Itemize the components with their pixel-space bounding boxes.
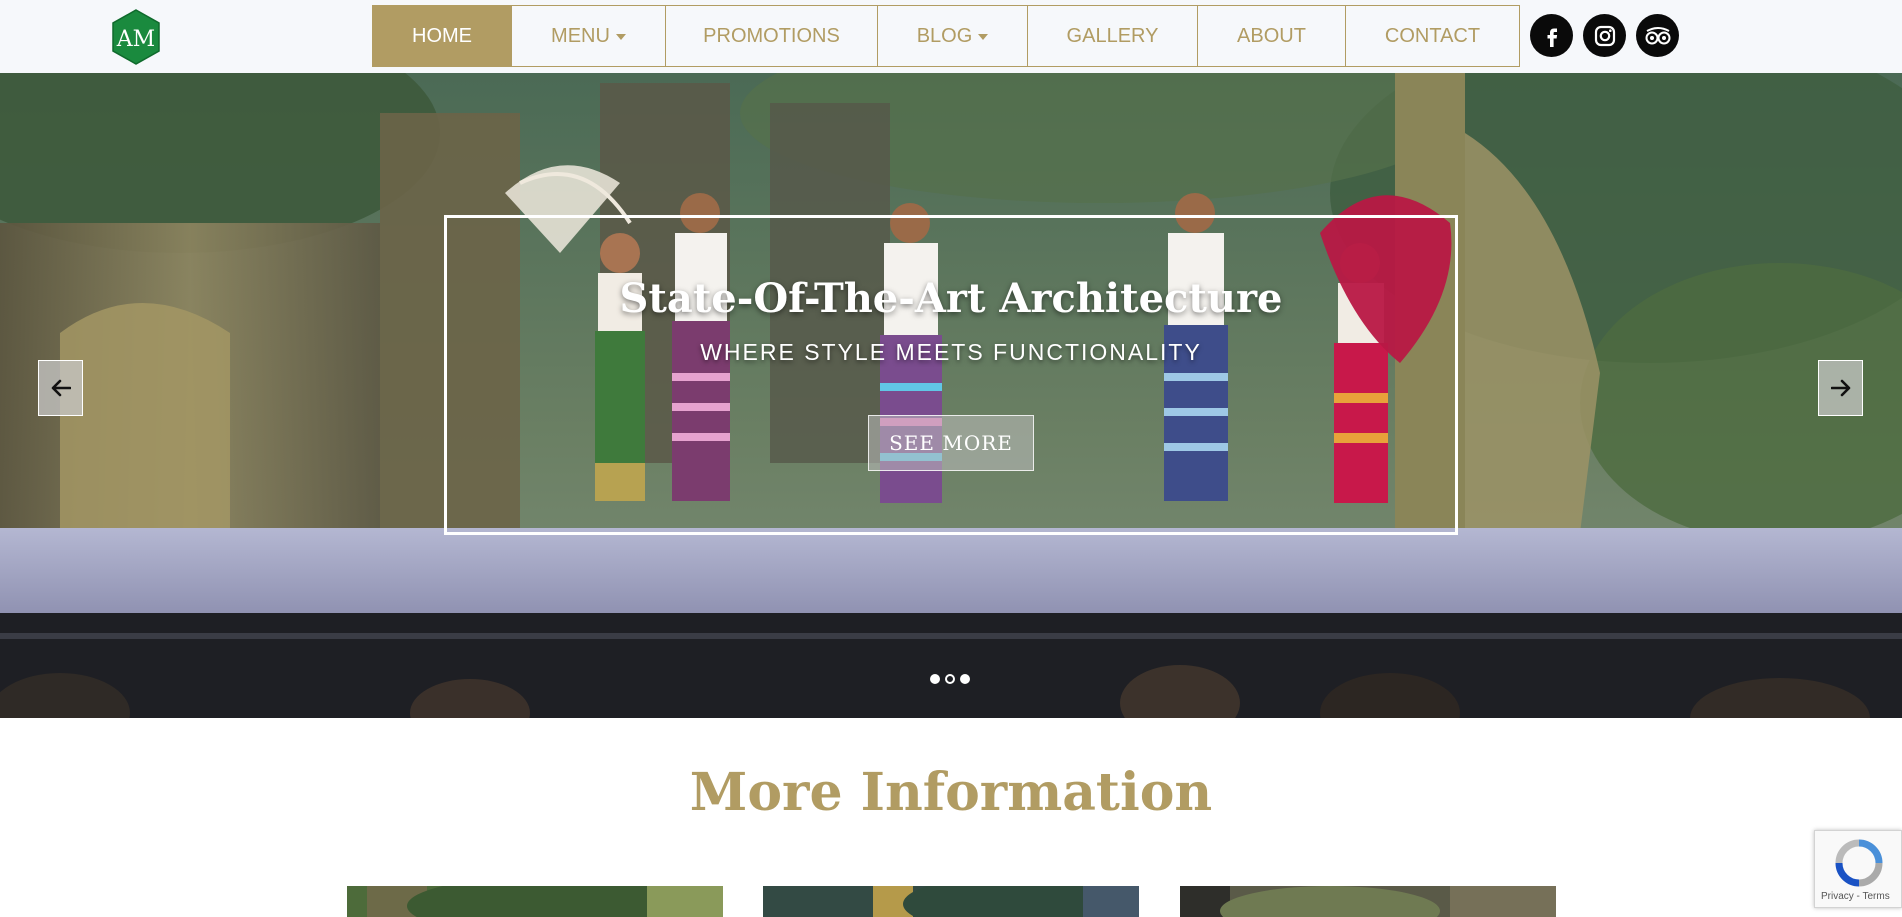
slide-dot-3[interactable] <box>960 674 970 684</box>
nav-promotions-label: PROMOTIONS <box>703 24 840 47</box>
chevron-down-icon <box>615 34 626 40</box>
site-header: AM HOME MENU PROMOTIONS BLOG GALLERY ABO… <box>0 0 1902 73</box>
card-image <box>763 886 1139 917</box>
slider-pagination <box>930 674 970 684</box>
chevron-down-icon <box>978 34 989 40</box>
nav-contact-label: CONTACT <box>1384 24 1481 47</box>
card-image <box>347 886 723 917</box>
section-title: More Information <box>689 762 1213 823</box>
hero-title: State-Of-The-Art Architecture <box>619 275 1283 322</box>
slide-dot-2[interactable] <box>945 674 955 684</box>
nav-about-label: ABOUT <box>1237 24 1306 47</box>
social-links <box>1530 14 1679 57</box>
instagram-icon[interactable] <box>1583 14 1626 57</box>
nav-home[interactable]: HOME <box>373 6 512 66</box>
info-card-3[interactable] <box>1180 886 1556 917</box>
nav-home-label: HOME <box>412 24 472 47</box>
slide-dot-1[interactable] <box>930 674 940 684</box>
hero-caption-frame <box>444 215 1458 535</box>
hero-slider: State-Of-The-Art Architecture WHERE STYL… <box>0 73 1902 718</box>
arrow-right-icon <box>1830 379 1850 397</box>
main-navigation: HOME MENU PROMOTIONS BLOG GALLERY ABOUT … <box>372 5 1520 67</box>
nav-gallery[interactable]: GALLERY <box>1028 6 1198 66</box>
brand-logo[interactable]: AM <box>110 8 162 66</box>
tripadvisor-icon[interactable] <box>1636 14 1679 57</box>
info-card-2[interactable] <box>763 886 1139 917</box>
recaptcha-icon <box>1835 839 1883 887</box>
nav-about[interactable]: ABOUT <box>1198 6 1346 66</box>
see-more-button[interactable]: SEE MORE <box>868 415 1034 471</box>
nav-blog[interactable]: BLOG <box>878 6 1028 66</box>
nav-contact[interactable]: CONTACT <box>1346 6 1519 66</box>
facebook-icon[interactable] <box>1530 14 1573 57</box>
slider-prev-button[interactable] <box>38 360 83 416</box>
recaptcha-badge[interactable]: Privacy - Terms <box>1814 830 1902 908</box>
slider-next-button[interactable] <box>1818 360 1863 416</box>
info-card-1[interactable] <box>347 886 723 917</box>
recaptcha-links[interactable]: Privacy - Terms <box>1821 891 1890 902</box>
nav-blog-label: BLOG <box>916 24 973 47</box>
nav-menu-label: MENU <box>551 24 610 47</box>
nav-gallery-label: GALLERY <box>1066 24 1159 47</box>
nav-promotions[interactable]: PROMOTIONS <box>666 6 878 66</box>
hero-subtitle: WHERE STYLE MEETS FUNCTIONALITY <box>700 339 1202 365</box>
card-image <box>1180 886 1556 917</box>
nav-menu[interactable]: MENU <box>512 6 666 66</box>
logo-letters: AM <box>116 27 155 52</box>
arrow-left-icon <box>51 379 71 397</box>
